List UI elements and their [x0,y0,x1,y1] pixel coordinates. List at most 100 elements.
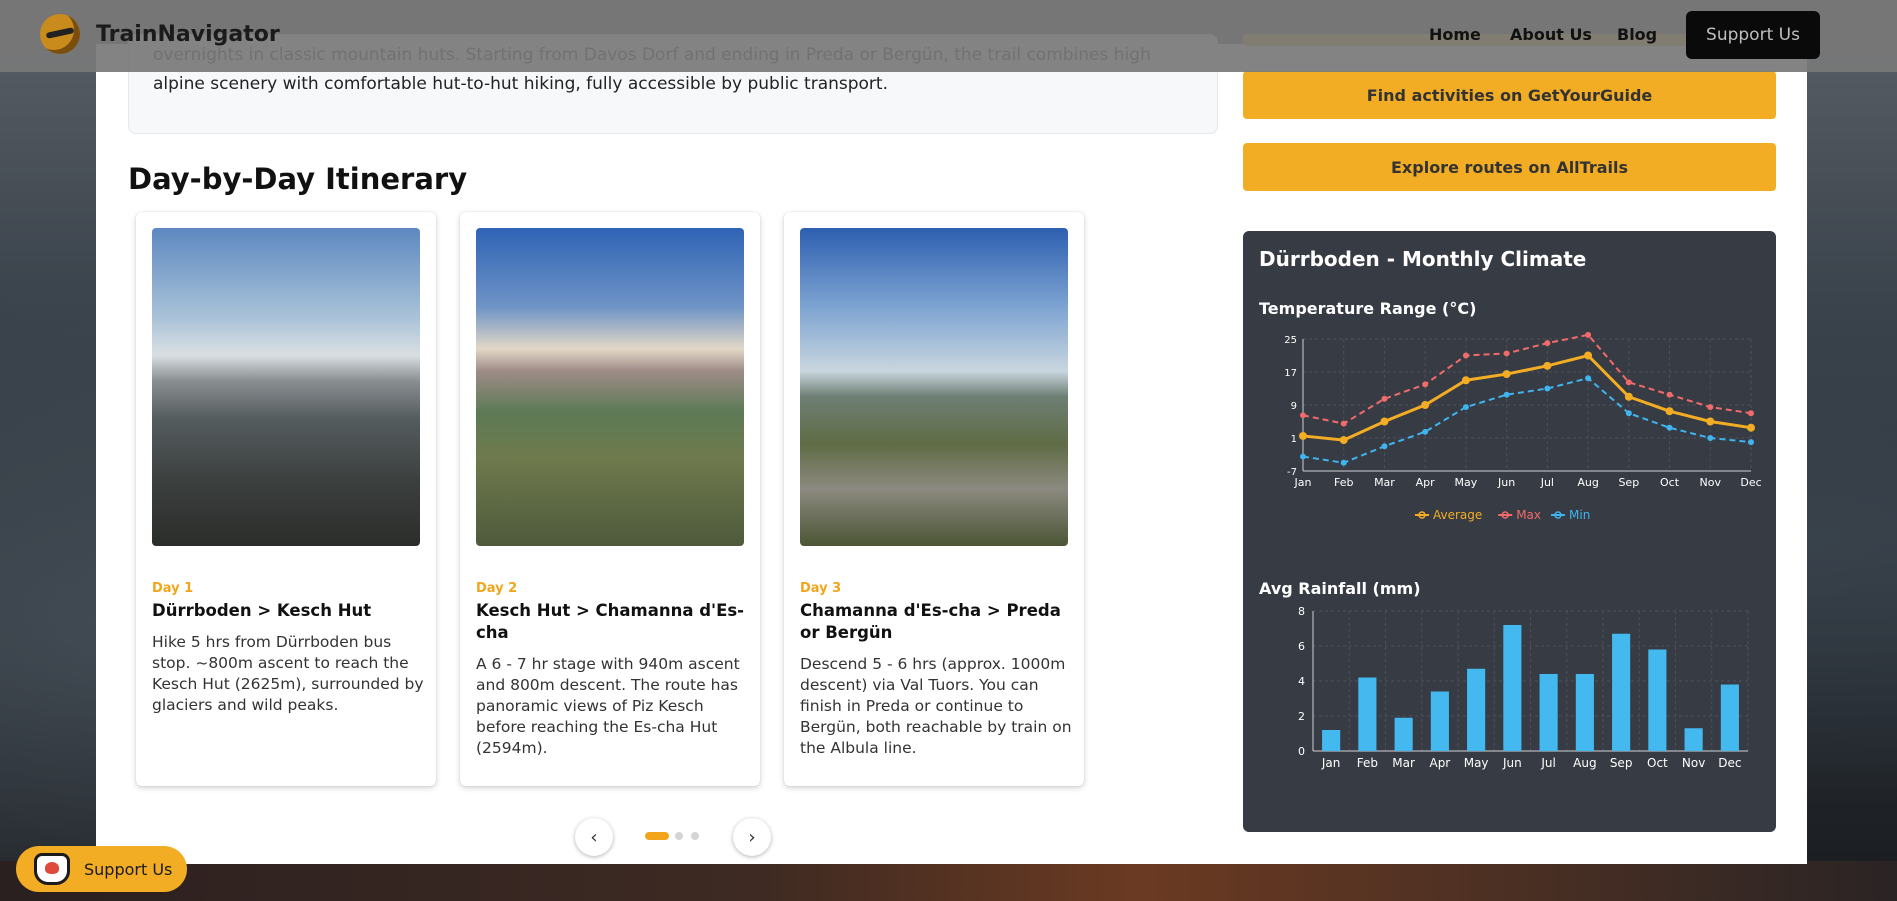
bar-sep [1612,633,1631,751]
point-average [1747,423,1755,432]
point-min [1503,391,1510,398]
x-tick-label: Nov [1700,476,1722,489]
point-min [1340,459,1347,466]
support-us-button[interactable]: Support Us [1686,11,1820,59]
point-average [1584,351,1593,360]
point-min [1625,410,1632,417]
logo-icon[interactable] [40,14,80,54]
itinerary-card-day-2[interactable]: Day 2 Kesch Hut > Chamanna d'Es-cha A 6 … [460,212,760,786]
point-average [1421,401,1430,409]
y-tick-label: 25 [1284,335,1297,346]
point-max [1503,350,1510,357]
point-min [1748,439,1754,446]
card-photo [800,228,1068,546]
card-day-label: Day 2 [476,581,518,596]
bar-oct [1648,649,1667,751]
x-tick-label: Mar [1374,476,1395,489]
getyourguide-button[interactable]: Find activities on GetYourGuide [1243,71,1776,119]
x-tick-label: Jan [1321,756,1341,770]
point-average [1461,376,1470,385]
legend-label: Average [1433,508,1482,522]
x-tick-label: Dec [1718,756,1741,770]
point-min [1381,443,1388,450]
point-max [1707,404,1714,411]
card-description: Hike 5 hrs from Dürrboden bus stop. ~800… [152,633,424,714]
point-max [1381,395,1388,402]
carousel-dot-3[interactable] [691,832,699,840]
point-max [1462,352,1469,359]
x-tick-label: Feb [1334,476,1353,489]
nav-blog[interactable]: Blog [1617,25,1657,44]
carousel-prev-button[interactable]: ‹ [575,818,613,856]
bar-nov [1684,728,1703,751]
bar-jan [1322,730,1341,751]
bar-feb [1358,677,1377,751]
x-tick-label: Feb [1357,756,1378,770]
point-min [1544,385,1551,392]
x-tick-label: Aug [1577,476,1598,489]
point-average [1380,417,1389,426]
series-line-min [1302,377,1752,464]
nav-home[interactable]: Home [1429,25,1481,44]
card-title: Dürrboden > Kesch Hut [152,601,372,620]
x-tick-label: Apr [1429,756,1450,770]
x-tick-label: May [1464,756,1489,770]
brand-name[interactable]: TrainNavigator [96,22,280,47]
point-max [1666,391,1673,398]
x-tick-label: Nov [1682,756,1705,770]
chevron-right-icon: › [748,826,756,848]
x-tick-label: Jun [1497,476,1515,489]
point-min [1707,435,1714,441]
chevron-left-icon: ‹ [590,826,598,848]
x-tick-label: Sep [1610,756,1633,770]
x-tick-label: Apr [1416,476,1436,489]
x-tick-label: Oct [1660,476,1680,489]
bar-aug [1575,674,1594,751]
y-tick-label: 9 [1291,401,1297,412]
card-title: Kesch Hut > Chamanna d'Es-cha [476,601,745,642]
y-tick-label: 2 [1298,710,1305,723]
point-max [1422,381,1429,388]
point-max [1340,420,1347,427]
rainfall-chart-title: Avg Rainfall (mm) [1259,579,1421,598]
y-tick-label: 4 [1298,675,1305,688]
coffee-cup-icon [34,853,70,885]
card-photo [152,228,420,546]
background-bottom [0,861,1897,901]
alltrails-button[interactable]: Explore routes on AllTrails [1243,143,1776,191]
carousel-next-button[interactable]: › [733,818,771,856]
bar-apr [1430,691,1449,751]
point-average [1706,417,1715,426]
point-min [1666,424,1673,431]
itinerary-card-day-1[interactable]: Day 1 Dürrboden > Kesch Hut Hike 5 hrs f… [136,212,436,786]
x-tick-label: Sep [1618,476,1639,489]
main-panel: overnights in classic mountain huts. Sta… [96,34,1807,864]
x-tick-label: Jul [1540,476,1554,489]
carousel-dot-2[interactable] [675,832,683,840]
y-tick-label: 8 [1298,605,1305,618]
nav-about-us[interactable]: About Us [1510,25,1592,44]
y-tick-label: 17 [1284,368,1297,379]
point-max [1748,410,1754,417]
site-header: TrainNavigator Home About Us Blog Suppor… [0,0,1897,72]
point-average [1624,392,1633,401]
card-day-label: Day 3 [800,581,842,596]
point-average [1665,407,1674,416]
carousel-dot-1[interactable] [645,832,669,840]
itinerary-card-day-3[interactable]: Day 3 Chamanna d'Es-cha > Preda or Bergü… [784,212,1084,786]
point-min [1462,404,1469,411]
x-tick-label: Jul [1540,756,1555,770]
x-tick-label: Jun [1502,756,1522,770]
point-average [1502,370,1511,379]
bmc-label: Support Us [84,859,173,879]
card-title: Chamanna d'Es-cha > Preda or Bergün [800,601,1061,642]
legend-label: Max [1516,508,1541,522]
buy-me-coffee-button[interactable]: Support Us [16,846,187,892]
temperature-chart: -7191725Jan Feb Mar Apr May Jun Jul Aug Sep Oct No… [1284,331,1762,522]
x-tick-label: Jan [1294,476,1312,489]
point-min [1422,428,1429,435]
point-average [1543,361,1552,370]
point-max [1585,331,1592,338]
point-max [1544,340,1551,347]
point-max [1625,379,1632,386]
